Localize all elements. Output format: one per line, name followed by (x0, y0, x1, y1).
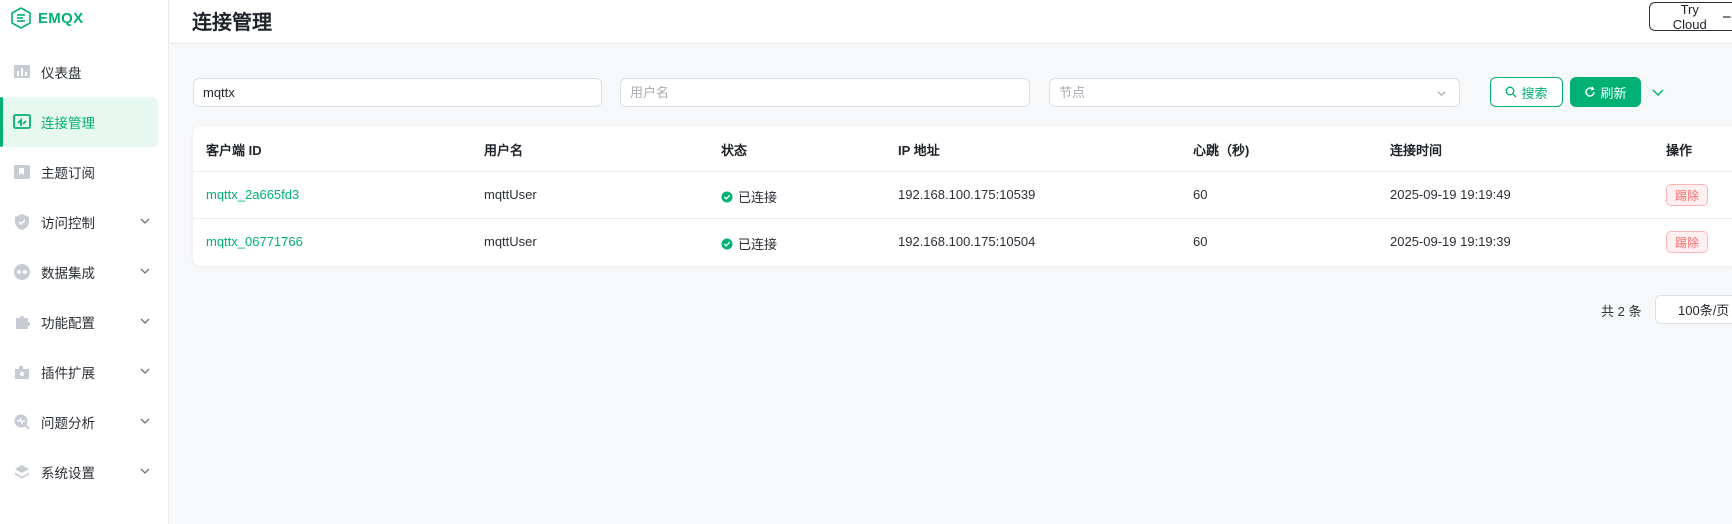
connections-icon (13, 113, 31, 131)
sidebar-item-access-control[interactable]: 访问控制 (0, 197, 169, 247)
table-row: mqttx_2a665fd3 mqttUser 已连接 192.168.100.… (193, 172, 1732, 219)
refresh-button[interactable]: 刷新 (1570, 77, 1641, 107)
username-cell: mqttUser (484, 187, 537, 202)
username-cell: mqttUser (484, 234, 537, 249)
refresh-icon (1585, 86, 1596, 97)
column-header-client-id: 客户端 ID (206, 143, 262, 158)
sidebar-item-label: 访问控制 (41, 216, 95, 231)
sidebar-item-diagnose[interactable]: 问题分析 (0, 397, 169, 447)
try-cloud-label: Try Cloud (1672, 1, 1707, 32)
sidebar-item-configuration[interactable]: 功能配置 (0, 297, 169, 347)
arrow-right-icon (1723, 15, 1732, 18)
plugin-icon (13, 363, 31, 381)
search-icon (1506, 86, 1517, 98)
sidebar-item-label: 系统设置 (41, 466, 95, 481)
username-field[interactable] (620, 78, 1030, 107)
sidebar-item-connections[interactable]: 连接管理 (0, 97, 158, 147)
sidebar-item-label: 问题分析 (41, 416, 95, 431)
status-text: 已连接 (738, 237, 778, 252)
chevron-down-icon (140, 318, 150, 324)
sidebar-item-dashboard[interactable]: 仪表盘 (0, 47, 169, 97)
try-cloud-button[interactable]: Try Cloud (1649, 1, 1732, 32)
page-size-value: 100条/页 (1678, 303, 1730, 318)
sidebar-item-subscriptions[interactable]: 主题订阅 (0, 147, 169, 197)
integration-icon (13, 263, 31, 281)
diagnose-icon (13, 413, 31, 431)
chevron-down-icon (140, 468, 150, 474)
connected-check-icon (721, 238, 733, 249)
column-header-keepalive: 心跳（秒) (1193, 143, 1250, 158)
sidebar-item-label: 插件扩展 (41, 366, 95, 381)
column-header-status: 状态 (721, 143, 748, 158)
puzzle-icon (13, 313, 31, 331)
chevron-down-icon (140, 268, 150, 274)
kick-button[interactable]: 踢除 (1666, 184, 1709, 206)
sidebar-item-label: 主题订阅 (41, 166, 95, 181)
node-select[interactable] (1049, 78, 1460, 107)
subscription-icon (13, 163, 31, 181)
status-cell: 已连接 (721, 234, 777, 253)
emqx-logo[interactable]: EMQX (10, 4, 83, 32)
column-header-actions: 操作 (1666, 143, 1693, 158)
status-cell: 已连接 (721, 187, 777, 206)
node-select-input[interactable] (1059, 85, 1450, 100)
sidebar-item-plugins[interactable]: 插件扩展 (0, 347, 169, 397)
sidebar-item-system-settings[interactable]: 系统设置 (0, 447, 169, 497)
chevron-down-icon (140, 418, 150, 424)
top-header: 连接管理 Try Cloud (170, 0, 1732, 44)
client-id-link[interactable]: mqttx_2a665fd3 (206, 187, 299, 202)
chevron-down-icon (140, 368, 150, 374)
sidebar-item-label: 功能配置 (41, 316, 95, 331)
search-button[interactable]: 搜索 (1490, 77, 1563, 107)
client-id-link[interactable]: mqttx_06771766 (206, 234, 303, 249)
chevron-down-icon (140, 218, 150, 224)
refresh-label: 刷新 (1600, 85, 1627, 101)
table-row: mqttx_06771766 mqttUser 已连接 192.168.100.… (193, 219, 1732, 266)
shield-icon (13, 213, 31, 231)
emqx-logo-icon (11, 7, 31, 29)
sidebar-nav: 仪表盘 连接管理 主题订阅 访问控制 数据集成 功能配置 插件扩展 问题分析 系… (0, 47, 169, 497)
column-header-ip: IP 地址 (898, 143, 940, 158)
sidebar-item-data-integration[interactable]: 数据集成 (0, 247, 169, 297)
table-header: 客户端 ID 用户名 状态 IP 地址 心跳（秒) 连接时间 操作 (193, 126, 1732, 172)
connected-at-cell: 2025-09-19 19:19:39 (1390, 234, 1511, 249)
status-text: 已连接 (738, 190, 778, 205)
keepalive-cell: 60 (1193, 187, 1208, 202)
connections-table: 客户端 ID 用户名 状态 IP 地址 心跳（秒) 连接时间 操作 mqttx_… (193, 126, 1732, 266)
column-header-connected-at: 连接时间 (1390, 143, 1443, 158)
search-label: 搜索 (1521, 85, 1548, 101)
ip-cell: 192.168.100.175:10539 (898, 187, 1036, 202)
sidebar-item-label: 连接管理 (41, 116, 95, 131)
connected-check-icon (721, 191, 733, 202)
logo-text: EMQX (38, 9, 84, 27)
page-size-select[interactable]: 100条/页 (1655, 295, 1732, 324)
sidebar: EMQX 仪表盘 连接管理 主题订阅 访问控制 数据集成 功能配置 插件扩展 问… (0, 0, 169, 524)
expand-filters-chevron-icon[interactable] (1650, 84, 1666, 100)
pagination-total: 共 2 条 (1601, 304, 1642, 319)
chevron-down-icon (1437, 91, 1446, 97)
client-id-field[interactable] (193, 78, 602, 107)
layers-icon (13, 463, 31, 481)
column-header-username: 用户名 (484, 143, 524, 158)
kick-button[interactable]: 踢除 (1666, 231, 1709, 253)
ip-cell: 192.168.100.175:10504 (898, 234, 1036, 249)
dashboard-icon (13, 63, 31, 81)
page-title: 连接管理 (192, 12, 272, 34)
client-id-input[interactable] (203, 85, 592, 100)
sidebar-item-label: 仪表盘 (41, 66, 82, 81)
username-input[interactable] (630, 85, 1020, 100)
sidebar-item-label: 数据集成 (41, 266, 95, 281)
keepalive-cell: 60 (1193, 234, 1208, 249)
connected-at-cell: 2025-09-19 19:19:49 (1390, 187, 1511, 202)
